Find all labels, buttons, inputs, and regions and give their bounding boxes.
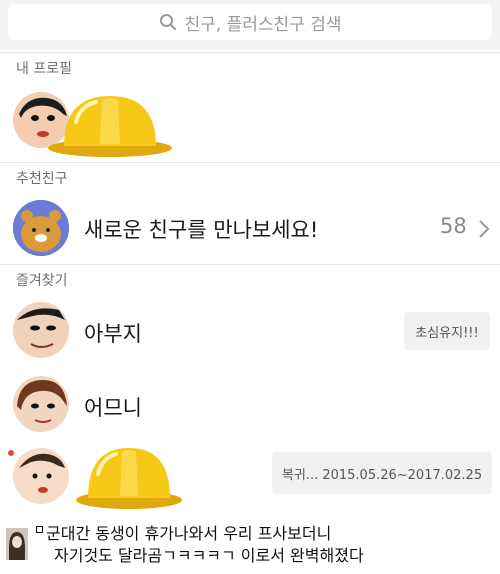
new-badge-dot: [8, 450, 14, 456]
section-label: 내 프로필: [16, 60, 72, 77]
section-label: 즐겨찾기: [16, 272, 68, 289]
section-header-my-profile: 내 프로필: [0, 52, 500, 82]
section-label: 추천친구: [16, 170, 68, 187]
friend-row-brother[interactable]: 복귀... 2015.05.26~2017.02.25: [0, 440, 500, 512]
status-message-bubble: 복귀... 2015.05.26~2017.02.25: [272, 452, 492, 494]
search-icon: [159, 14, 176, 30]
recommend-count: 58: [440, 214, 467, 238]
avatar: [13, 376, 69, 432]
section-header-favorites: 즐겨찾기: [0, 264, 500, 294]
friend-row-father[interactable]: 아부지 초심유지!!!: [0, 294, 500, 368]
commenter-avatar: [6, 528, 28, 560]
hard-hat-icon: [48, 96, 172, 157]
status-message: 초심유지!!!: [415, 325, 479, 341]
friend-row-mother[interactable]: 어므니: [0, 368, 500, 440]
avatar: [13, 200, 69, 256]
bullet-marker: [36, 526, 43, 533]
recommend-label: 새로운 친구를 만나보세요!: [84, 218, 319, 242]
portrait-thumbnail-icon: [6, 528, 28, 560]
status-message: 복귀... 2015.05.26~2017.02.25: [281, 467, 483, 483]
search-placeholder: 친구, 플러스친구 검색: [184, 14, 342, 35]
mother-cartoon-icon: [13, 376, 69, 432]
father-cartoon-icon: [13, 302, 69, 358]
ryan-character-icon: [13, 200, 69, 256]
chevron-right-icon: [479, 220, 490, 238]
hard-hat-icon: [76, 448, 182, 509]
caption-overlay: 군대간 동생이 휴가나와서 우리 프사보더니 자기것도 달라곰ㄱㅋㅋㅋㄱ 이로서…: [0, 512, 500, 574]
search-bar: 친구, 플러스친구 검색: [0, 0, 500, 50]
my-profile-row[interactable]: [0, 82, 500, 162]
friend-name: 아부지: [84, 322, 142, 346]
search-input[interactable]: 친구, 플러스친구 검색: [8, 4, 492, 40]
brother-cartoon-icon: [13, 448, 69, 504]
caption-line-1: 군대간 동생이 휴가나와서 우리 프사보더니: [46, 524, 332, 543]
recommend-friends-row[interactable]: 새로운 친구를 만나보세요! 58: [0, 192, 500, 264]
friend-name: 어므니: [84, 396, 142, 420]
status-message-bubble: 초심유지!!!: [404, 312, 490, 350]
avatar: [13, 448, 69, 504]
avatar: [13, 302, 69, 358]
caption-line-2: 자기것도 달라곰ㄱㅋㅋㅋㄱ 이로서 완벽해졌다: [54, 546, 364, 565]
section-header-recommended: 추천친구: [0, 162, 500, 192]
